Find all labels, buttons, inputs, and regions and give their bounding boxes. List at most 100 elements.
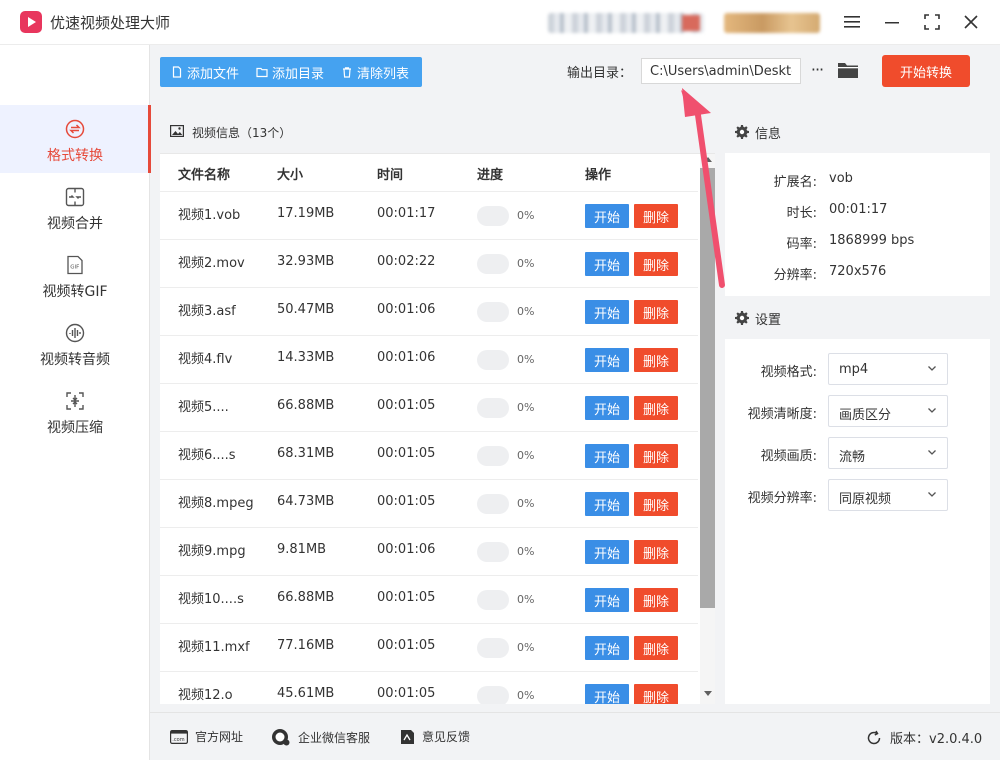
bitrate-label: 码率: [786,237,817,252]
blurred-vip-badge[interactable] [724,13,820,33]
title-bar: 优速视频处理大师 [0,0,1000,45]
video-format-value: mp4 [839,362,869,377]
row-delete-button[interactable]: 删除 [634,684,678,704]
video-clarity-select[interactable]: 画质区分 [828,395,948,427]
info-panel-header: 信息 [725,110,990,153]
add-file-button[interactable]: 添加文件 [160,57,245,87]
official-website-link[interactable]: .com 官方网址 [170,728,243,745]
row-delete-button[interactable]: 删除 [634,396,678,420]
extension-value: vob [829,171,853,186]
progress-track [477,542,509,562]
file-duration: 00:01:05 [377,638,436,653]
column-header-actions: 操作 [585,168,612,183]
sidebar-item-video-to-audio[interactable]: 视频转音频 [0,309,150,377]
settings-panel-title: 设置 [755,313,782,328]
table-row[interactable]: 视频5.... 66.88MB 00:01:05 0% 开始 删除 [160,384,698,432]
info-panel: 信息 扩展名: vob 时长: 00:01:17 码率: 1868999 bps… [725,110,990,296]
row-start-button[interactable]: 开始 [585,588,629,612]
file-duration: 00:01:05 [377,494,436,509]
version-label: 版本：v2.0.4.0 [890,732,983,747]
scroll-down-arrow-icon[interactable] [704,691,712,696]
row-start-button[interactable]: 开始 [585,348,629,372]
clear-list-button[interactable]: 清除列表 [330,57,415,87]
close-icon[interactable] [958,9,984,35]
app-logo-icon [20,11,42,33]
extension-label: 扩展名: [773,175,817,190]
minimize-icon[interactable] [879,9,905,35]
row-delete-button[interactable]: 删除 [634,444,678,468]
video-list-header: 视频信息（13个） [160,110,715,154]
column-header-time: 时间 [377,168,404,183]
file-duration: 00:01:05 [377,398,436,413]
row-delete-button[interactable]: 删除 [634,204,678,228]
row-delete-button[interactable]: 删除 [634,636,678,660]
file-size: 14.33MB [277,350,335,365]
file-size: 32.93MB [277,254,335,269]
add-directory-button[interactable]: 添加目录 [245,57,330,87]
audio-icon [65,323,85,343]
refresh-icon[interactable] [866,730,882,746]
progress-track [477,350,509,370]
table-row[interactable]: 视频11.mxf 77.16MB 00:01:05 0% 开始 删除 [160,624,698,672]
sidebar-item-video-to-gif[interactable]: GIF 视频转GIF [0,241,150,309]
folder-icon[interactable] [837,60,859,80]
sidebar-item-format-convert[interactable]: 格式转换 [0,105,151,173]
more-options-button[interactable]: ··· [806,57,828,83]
start-conversion-button[interactable]: 开始转换 [882,55,970,87]
file-duration: 00:01:06 [377,542,436,557]
file-size: 66.88MB [277,590,335,605]
row-start-button[interactable]: 开始 [585,252,629,276]
row-delete-button[interactable]: 删除 [634,348,678,372]
table-row[interactable]: 视频12.o 45.61MB 00:01:05 0% 开始 删除 [160,672,698,704]
sidebar-item-label: 视频合并 [47,216,103,232]
row-start-button[interactable]: 开始 [585,636,629,660]
wechat-support-link[interactable]: 企业微信客服 [271,728,370,746]
table-row[interactable]: 视频1.vob 17.19MB 00:01:17 0% 开始 删除 [160,192,698,240]
trash-icon [343,67,352,78]
scroll-up-arrow-icon[interactable] [704,157,712,162]
scrollbar-thumb[interactable] [700,168,715,608]
file-duration: 00:02:22 [377,254,436,269]
table-row[interactable]: 视频2.mov 32.93MB 00:02:22 0% 开始 删除 [160,240,698,288]
row-delete-button[interactable]: 删除 [634,540,678,564]
row-start-button[interactable]: 开始 [585,684,629,704]
settings-panel: 设置 视频格式: mp4 视频清晰度: 画质区分 视频画质: 流畅 视频分辨率:… [725,296,990,704]
info-panel-title: 信息 [755,127,782,142]
column-header-name: 文件名称 [178,168,231,183]
table-row[interactable]: 视频3.asf 50.47MB 00:01:06 0% 开始 删除 [160,288,698,336]
row-delete-button[interactable]: 删除 [634,588,678,612]
row-start-button[interactable]: 开始 [585,492,629,516]
row-start-button[interactable]: 开始 [585,396,629,420]
progress-percent: 0% [517,401,535,414]
row-start-button[interactable]: 开始 [585,300,629,324]
progress-percent: 0% [517,209,535,222]
progress-percent: 0% [517,689,535,702]
menu-icon[interactable] [839,9,865,35]
table-row[interactable]: 视频10....s 66.88MB 00:01:05 0% 开始 删除 [160,576,698,624]
table-row[interactable]: 视频9.mpg 9.81MB 00:01:06 0% 开始 删除 [160,528,698,576]
video-resolution-select[interactable]: 同原视频 [828,479,948,511]
row-delete-button[interactable]: 删除 [634,252,678,276]
row-delete-button[interactable]: 删除 [634,492,678,516]
table-row[interactable]: 视频8.mpeg 64.73MB 00:01:05 0% 开始 删除 [160,480,698,528]
sidebar-item-label: 格式转换 [47,148,103,164]
video-format-select[interactable]: mp4 [828,353,948,385]
blurred-account-name[interactable] [548,13,704,33]
table-row[interactable]: 视频6....s 68.31MB 00:01:05 0% 开始 删除 [160,432,698,480]
progress-percent: 0% [517,545,535,558]
maximize-icon[interactable] [919,9,945,35]
video-clarity-value: 画质区分 [839,408,892,423]
feedback-link[interactable]: 意见反馈 [400,728,470,745]
video-quality-select[interactable]: 流畅 [828,437,948,469]
table-row[interactable]: 视频4.flv 14.33MB 00:01:06 0% 开始 删除 [160,336,698,384]
row-start-button[interactable]: 开始 [585,204,629,228]
sidebar-item-video-merge[interactable]: 视频合并 [0,173,150,241]
list-scrollbar[interactable] [700,154,715,704]
duration-value: 00:01:17 [829,202,888,217]
row-start-button[interactable]: 开始 [585,444,629,468]
file-name: 视频8.mpeg [178,496,254,511]
row-start-button[interactable]: 开始 [585,540,629,564]
output-dir-field[interactable] [641,58,801,84]
sidebar-item-video-compress[interactable]: 视频压缩 [0,377,150,445]
row-delete-button[interactable]: 删除 [634,300,678,324]
